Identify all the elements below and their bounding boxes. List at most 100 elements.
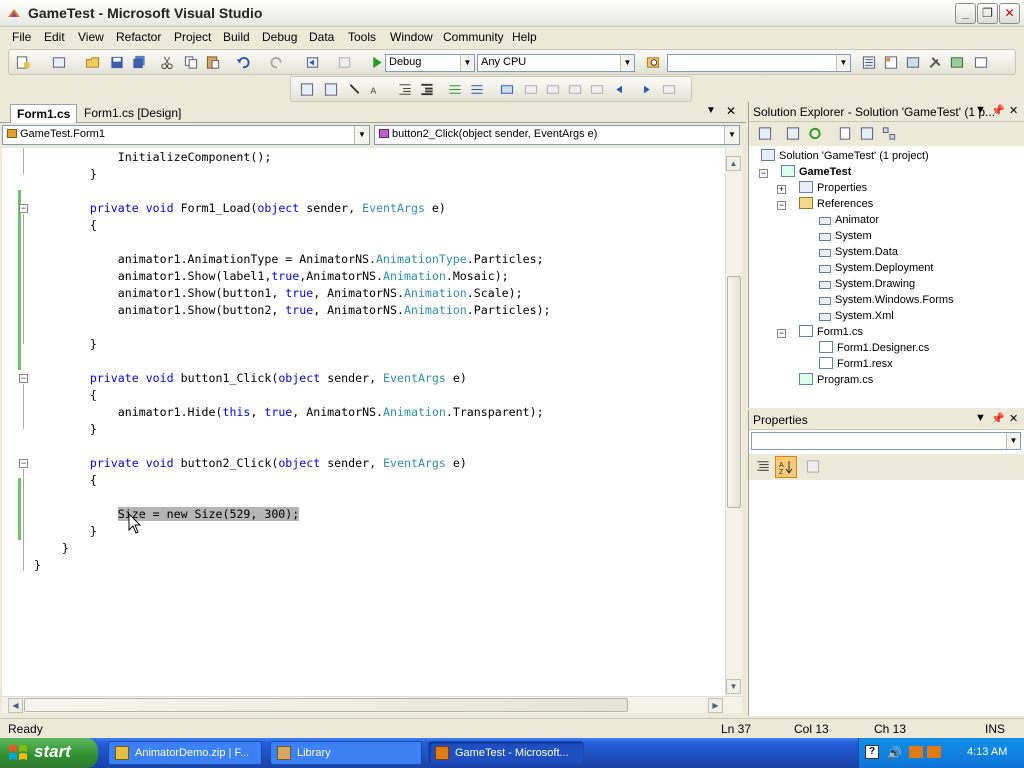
solution-explorer-icon[interactable] xyxy=(861,55,877,70)
clear-bookmarks-icon[interactable] xyxy=(661,82,677,97)
refresh-icon[interactable] xyxy=(785,126,801,141)
help-icon[interactable]: ? xyxy=(865,745,879,759)
find-in-files-icon[interactable] xyxy=(645,55,661,70)
previous-bookmark-icon[interactable] xyxy=(523,82,539,97)
close-button[interactable]: ✕ xyxy=(999,3,1020,24)
code-line[interactable]: } xyxy=(34,421,97,438)
editor-horizontal-scrollbar[interactable]: ◀ ▶ xyxy=(2,696,742,713)
display-object-member-list-icon[interactable] xyxy=(299,82,315,97)
complete-word-icon[interactable]: A xyxy=(369,82,385,97)
window-position-icon[interactable]: ▼ xyxy=(975,412,986,424)
code-line[interactable]: animator1.AnimationType = AnimatorNS.Ani… xyxy=(34,251,544,268)
code-line[interactable]: { xyxy=(34,472,97,489)
tab-form1-cs[interactable]: Form1.cs xyxy=(10,104,78,123)
scroll-left-button[interactable]: ◀ xyxy=(8,698,23,713)
refresh-icon[interactable] xyxy=(807,126,823,141)
scroll-thumb[interactable] xyxy=(727,276,741,508)
tree-item-system-deployment[interactable]: System.Deployment xyxy=(819,260,933,276)
menu-view[interactable]: View xyxy=(78,30,104,44)
code-line[interactable]: private void button1_Click(object sender… xyxy=(34,370,467,387)
tree-item-system-drawing[interactable]: System.Drawing xyxy=(819,276,915,292)
title-bar[interactable]: GameTest - Microsoft Visual Studio _ ❐ ✕ xyxy=(0,0,1024,27)
property-pages-icon[interactable] xyxy=(805,459,821,474)
chevron-down-icon[interactable]: ▼ xyxy=(354,126,369,144)
chevron-down-icon[interactable]: ▼ xyxy=(1006,433,1020,449)
collapse-button1-click-icon[interactable]: − xyxy=(19,374,28,383)
solution-platform-combo[interactable]: Any CPU ▼ xyxy=(477,54,635,72)
previous-bookmark-in-folder-icon[interactable] xyxy=(567,82,583,97)
toggle-bookmark-icon[interactable] xyxy=(499,82,515,97)
code-line[interactable]: } xyxy=(34,166,97,183)
tree-item-system-data[interactable]: System.Data xyxy=(819,244,898,260)
chevron-down-icon[interactable]: ▼ xyxy=(724,126,739,144)
save-all-icon[interactable] xyxy=(131,55,147,70)
tree-item-animator[interactable]: Animator xyxy=(819,212,879,228)
properties-window-icon[interactable] xyxy=(883,55,899,70)
copy-icon[interactable] xyxy=(183,55,199,70)
cut-icon[interactable] xyxy=(159,55,175,70)
tree-item-form1-designer-cs[interactable]: Form1.Designer.cs xyxy=(819,340,929,356)
taskbar-item-library[interactable]: Library xyxy=(270,741,422,765)
tree-item-solution[interactable]: Solution 'GameTest' (1 project) xyxy=(761,148,929,164)
class-diagram-icon[interactable] xyxy=(881,126,897,141)
close-document-icon[interactable]: ✕ xyxy=(726,104,736,118)
window-position-icon[interactable]: ▼ xyxy=(975,104,986,116)
code-line[interactable]: private void button2_Click(object sender… xyxy=(34,455,467,472)
taskbar-item-animatordemo[interactable]: AnimatorDemo.zip | F... xyxy=(108,741,262,765)
tray-app-icon[interactable] xyxy=(909,746,923,758)
active-files-icon[interactable]: ▼ xyxy=(706,105,716,116)
find-combo[interactable]: ▼ xyxy=(667,54,851,72)
code-line[interactable]: } xyxy=(34,540,69,557)
paste-icon[interactable] xyxy=(205,55,221,70)
tray-app-icon[interactable] xyxy=(927,746,941,758)
tree-item-form1-cs[interactable]: Form1.cs xyxy=(799,324,863,340)
undo-icon[interactable] xyxy=(235,55,251,70)
tree-item-program-cs[interactable]: Program.cs xyxy=(799,372,873,388)
types-combo[interactable]: GameTest.Form1 ▼ xyxy=(2,125,370,145)
menu-debug[interactable]: Debug xyxy=(262,30,297,44)
alphabetical-button[interactable]: AZ xyxy=(775,456,797,478)
collapse-references-icon[interactable]: − xyxy=(777,201,786,210)
maximize-button[interactable]: ❐ xyxy=(977,3,998,24)
tree-item-references[interactable]: References xyxy=(799,196,873,212)
tab-form1-design[interactable]: Form1.cs [Design] xyxy=(78,104,187,123)
previous-bookmark-in-document-icon[interactable] xyxy=(613,82,629,97)
quick-info-icon[interactable] xyxy=(347,82,363,97)
open-folder-icon[interactable] xyxy=(85,55,101,70)
close-panel-icon[interactable]: ✕ xyxy=(1009,104,1018,117)
code-line[interactable]: } xyxy=(34,336,97,353)
scroll-thumb[interactable] xyxy=(24,698,628,712)
code-editor[interactable]: − − − InitializeComponent(); } private v… xyxy=(2,148,727,696)
code-line[interactable]: { xyxy=(34,387,97,404)
display-parameter-info-icon[interactable] xyxy=(323,82,339,97)
menu-community[interactable]: Community xyxy=(443,30,504,44)
code-line[interactable]: animator1.Show(button1, true, AnimatorNS… xyxy=(34,285,523,302)
menu-help[interactable]: Help xyxy=(512,30,537,44)
navigate-backward-icon[interactable] xyxy=(305,55,321,70)
menu-build[interactable]: Build xyxy=(223,30,250,44)
view-designer-icon[interactable] xyxy=(859,126,875,141)
decrease-indent-icon[interactable] xyxy=(397,82,413,97)
view-code-icon[interactable] xyxy=(837,126,853,141)
taskbar-item-gametest[interactable]: GameTest - Microsoft... xyxy=(428,741,584,765)
code-line[interactable]: animator1.Show(label1,true,AnimatorNS.An… xyxy=(34,268,509,285)
menu-edit[interactable]: Edit xyxy=(44,30,65,44)
start-button[interactable]: start xyxy=(0,738,98,768)
uncomment-lines-icon[interactable] xyxy=(469,82,485,97)
toolbox-icon[interactable] xyxy=(927,55,943,70)
tree-item-system[interactable]: System xyxy=(819,228,872,244)
code-line[interactable]: } xyxy=(34,523,97,540)
increase-indent-icon[interactable] xyxy=(419,82,435,97)
code-line[interactable]: animator1.Hide(this, true, AnimatorNS.An… xyxy=(34,404,544,421)
code-line[interactable]: private void Form1_Load(object sender, E… xyxy=(34,200,446,217)
show-all-files-icon[interactable] xyxy=(757,126,773,141)
minimize-button[interactable]: _ xyxy=(955,3,976,24)
menu-data[interactable]: Data xyxy=(309,30,334,44)
menu-window[interactable]: Window xyxy=(390,30,433,44)
menu-tools[interactable]: Tools xyxy=(348,30,376,44)
start-debugging-icon[interactable] xyxy=(369,55,385,70)
auto-hide-pin-icon[interactable]: 📌 xyxy=(991,104,1005,117)
scroll-right-button[interactable]: ▶ xyxy=(708,698,723,713)
next-bookmark-icon[interactable] xyxy=(545,82,561,97)
close-panel-icon[interactable]: ✕ xyxy=(1009,412,1018,425)
